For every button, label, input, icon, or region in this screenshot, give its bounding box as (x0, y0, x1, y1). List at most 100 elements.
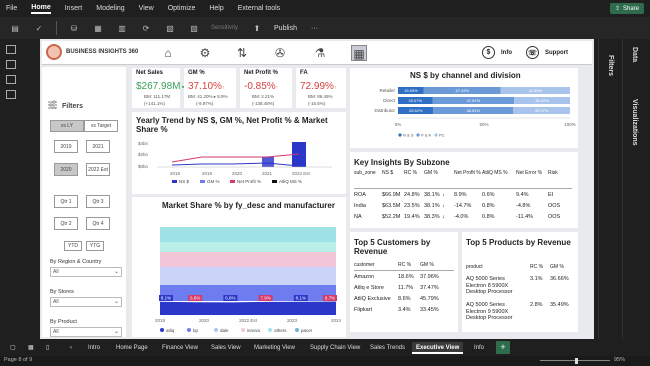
kpi-value: 37.10%↑ (188, 81, 225, 92)
product-dropdown[interactable]: All ⌄ (50, 327, 122, 337)
qtr-4-button[interactable]: Qtr 4 (86, 217, 110, 230)
menu-external-tools[interactable]: External tools (238, 5, 280, 12)
ytg-button[interactable]: YTG (86, 241, 104, 251)
support-button[interactable]: ☏ Support (526, 45, 568, 60)
dax-query-icon[interactable] (6, 90, 16, 99)
new-visual-icon[interactable]: ▨ (187, 22, 201, 34)
menu-optimize[interactable]: Optimize (168, 5, 196, 12)
page-grid-icon[interactable]: ▦ (24, 342, 38, 354)
vs-ly-toggle[interactable]: vs LY (50, 120, 84, 132)
kpi-card-net-sales[interactable]: Net Sales $267.98M✓ BM: 111.17M (+141.1%… (132, 68, 189, 108)
column-header[interactable]: sub_zone (354, 170, 376, 176)
yearly-trend-chart[interactable]: Yearly Trend by NS $, GM %, Net Profit %… (132, 112, 346, 194)
column-header[interactable]: GM % (550, 264, 564, 270)
column-header[interactable]: RC % (404, 170, 417, 176)
qtr-3-button[interactable]: Qtr 3 (86, 195, 110, 208)
sql-icon[interactable]: ▥ (115, 22, 129, 34)
share-button[interactable]: ⇪ Share (609, 3, 644, 14)
zoom-slider-thumb[interactable] (575, 358, 578, 364)
menu-modeling[interactable]: Modeling (96, 5, 124, 12)
tab-finance-view[interactable]: Finance View (158, 342, 202, 354)
column-header[interactable]: RC % (530, 264, 543, 270)
mobile-view-icon[interactable]: ▯ (42, 342, 53, 354)
column-header[interactable]: customer (354, 262, 375, 268)
add-page-button[interactable]: + (496, 341, 510, 354)
tab-sales-trends[interactable]: Sales Trends (366, 342, 409, 354)
info-button[interactable]: $ Info (482, 45, 512, 60)
table-cell: ↓ (442, 192, 445, 198)
refresh-icon[interactable]: ⟳ (139, 22, 153, 34)
marketing-nav-icon[interactable]: ✇ (272, 45, 288, 61)
paste-icon[interactable]: ▤ (8, 22, 22, 34)
excel-icon[interactable]: ▦ (91, 22, 105, 34)
visualizations-pane[interactable]: Data Visualizations (622, 39, 650, 339)
legend-label: pacer (301, 328, 313, 333)
filters-pane[interactable]: Filters (598, 39, 622, 339)
table-view-icon[interactable] (6, 60, 16, 69)
legend-marker (295, 328, 299, 332)
year-2022-est-button[interactable]: 2022 Est (86, 163, 110, 176)
market-share-chart[interactable]: Market Share % by fy_desc and manufactur… (132, 197, 346, 337)
ytd-button[interactable]: YTD (64, 241, 82, 251)
table-cell: 24.8% (404, 192, 420, 198)
year-2020-button[interactable]: 2020 (54, 163, 78, 176)
page-view-icon[interactable]: ▢ (6, 342, 20, 354)
year-2021-button[interactable]: 2021 (86, 140, 110, 153)
column-header[interactable]: GM % (424, 170, 438, 176)
top-products-table[interactable]: Top 5 Products by Revenue product RC % GM … (462, 232, 578, 332)
column-header[interactable]: NS $ (382, 170, 393, 176)
finance-nav-icon[interactable]: ⚙ (197, 45, 213, 61)
supply-chain-nav-icon[interactable]: ⚗ (312, 45, 328, 61)
column-header[interactable]: product (466, 264, 483, 270)
column-header[interactable]: AtliQ MS % (482, 170, 508, 176)
kpi-card-net-profit[interactable]: Net Profit % -0.85%↑ BM: 2.21% (-138.48%… (240, 68, 292, 108)
publish-button[interactable]: Publish (274, 25, 297, 32)
tab-sales-view[interactable]: Sales View (207, 342, 245, 354)
top-customers-table[interactable]: Top 5 Customers by Revenue customer RC % G… (350, 232, 458, 332)
tab-intro[interactable]: Intro (84, 342, 104, 354)
menu-insert[interactable]: Insert (65, 5, 83, 12)
publish-icon[interactable]: ⬆ (250, 22, 264, 34)
home-nav-icon[interactable]: ⌂ (160, 45, 176, 61)
year-2019-button[interactable]: 2019 (54, 140, 78, 153)
kpi-benchmark: BM: 41.20% ▸ 8.9% (188, 94, 228, 99)
tab-info[interactable]: Info (470, 342, 488, 354)
tab-executive-view[interactable]: Executive View (412, 342, 464, 354)
format-painter-icon[interactable]: ✓ (32, 22, 46, 34)
stores-dropdown[interactable]: All ⌄ (50, 297, 122, 307)
column-header[interactable]: Risk (548, 170, 558, 176)
kpi-card-gm-pct[interactable]: GM % 37.10%↑ BM: 41.20% ▸ 8.9% (-9.97%) (184, 68, 236, 108)
region-dropdown[interactable]: All ⌄ (50, 267, 122, 277)
table-title: Top 5 Products by Revenue (466, 238, 571, 247)
vs-target-toggle[interactable]: vs Target (84, 120, 118, 132)
menu-file[interactable]: File (6, 5, 17, 12)
toolbar-divider (56, 21, 57, 35)
menu-view[interactable]: View (139, 5, 154, 12)
table-cell: 35.49% (550, 302, 569, 308)
prev-page-icon[interactable]: ‹ (66, 342, 76, 354)
qtr-2-button[interactable]: Qtr 2 (54, 217, 78, 230)
subzone-insights-table[interactable]: Key Insights By Subzone sub_zone NS $ RC %… (350, 152, 578, 228)
more-options-button[interactable]: ··· (311, 25, 318, 32)
tab-home-page[interactable]: Home Page (112, 342, 152, 354)
sensitivity-button[interactable]: Sensitivity (211, 25, 238, 31)
tab-marketing-view[interactable]: Marketing View (250, 342, 299, 354)
column-header[interactable]: Net Error % (516, 170, 542, 176)
column-header[interactable]: GM % (420, 262, 434, 268)
column-header[interactable]: Net Profit % (454, 170, 481, 176)
share-data-label: 6.6% (225, 296, 235, 301)
report-view-icon[interactable] (6, 45, 16, 54)
menu-home[interactable]: Home (31, 4, 51, 14)
menu-help[interactable]: Help (209, 5, 223, 12)
qtr-1-button[interactable]: Qtr 1 (54, 195, 78, 208)
kpi-card-fa[interactable]: FA 72.99%↑ BM: 86.45% (-15.6%) (296, 68, 346, 108)
get-data-icon[interactable]: ⛁ (67, 22, 81, 34)
sales-nav-icon[interactable]: ⇅ (234, 45, 250, 61)
tab-supply-chain-view[interactable]: Supply Chain View (306, 342, 364, 354)
column-header[interactable]: RC % (398, 262, 411, 268)
model-view-icon[interactable] (6, 75, 16, 84)
table-cell: ↓ (442, 203, 445, 209)
table-icon[interactable]: ▧ (163, 22, 177, 34)
channel-division-chart[interactable]: NS $ by channel and division Retailer 15.… (350, 68, 578, 148)
executive-nav-icon[interactable]: ▦ (351, 45, 367, 61)
